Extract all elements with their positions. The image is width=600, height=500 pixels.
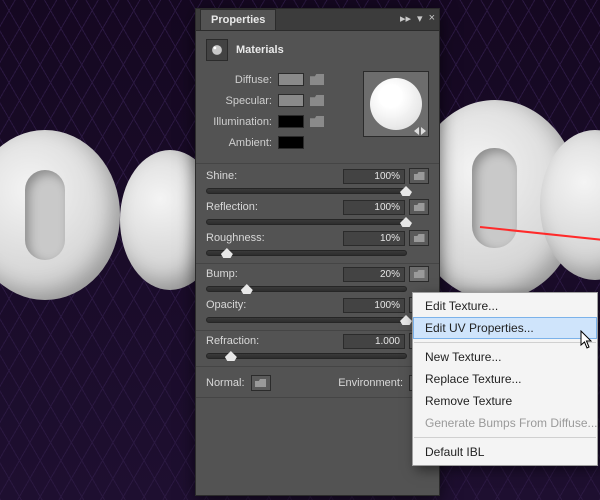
preview-next-icon[interactable] bbox=[421, 127, 426, 135]
divider bbox=[196, 366, 439, 367]
menu-separator bbox=[414, 437, 596, 438]
opacity-slider[interactable] bbox=[206, 317, 407, 323]
refraction-slider[interactable] bbox=[206, 353, 407, 359]
slider-knob[interactable] bbox=[221, 248, 233, 258]
menu-default-ibl[interactable]: Default IBL bbox=[413, 441, 597, 463]
slider-knob[interactable] bbox=[400, 315, 412, 325]
shine-slider[interactable] bbox=[206, 188, 407, 194]
roughness-slider[interactable] bbox=[206, 250, 407, 256]
mesh-object bbox=[0, 130, 120, 300]
bump-slider[interactable] bbox=[206, 286, 407, 292]
menu-remove-texture[interactable]: Remove Texture bbox=[413, 390, 597, 412]
normal-label: Normal: bbox=[206, 377, 245, 389]
tab-properties[interactable]: Properties bbox=[200, 9, 276, 30]
reflection-slider[interactable] bbox=[206, 219, 407, 225]
divider bbox=[196, 397, 439, 398]
slider-knob[interactable] bbox=[400, 217, 412, 227]
properties-panel: Properties ▸▸ ▾ × Materials Diffuse: Spe… bbox=[195, 8, 440, 496]
illumination-swatch[interactable] bbox=[278, 115, 304, 128]
bump-label: Bump: bbox=[206, 268, 343, 280]
texture-context-menu: Edit Texture... Edit UV Properties... Ne… bbox=[412, 292, 598, 466]
shine-label: Shine: bbox=[206, 170, 343, 182]
panel-close-icon[interactable]: × bbox=[429, 12, 435, 25]
reflection-label: Reflection: bbox=[206, 201, 343, 213]
illumination-texture-icon[interactable] bbox=[310, 116, 324, 127]
menu-separator bbox=[414, 342, 596, 343]
slider-knob[interactable] bbox=[225, 351, 237, 361]
ambient-swatch[interactable] bbox=[278, 136, 304, 149]
panel-collapse-icon[interactable]: ▸▸ bbox=[400, 12, 411, 25]
menu-generate-bumps: Generate Bumps From Diffuse... bbox=[413, 412, 597, 434]
illumination-label: Illumination: bbox=[206, 116, 278, 128]
specular-label: Specular: bbox=[206, 95, 278, 107]
panel-tabbar: Properties ▸▸ ▾ × bbox=[196, 9, 439, 31]
diffuse-texture-icon[interactable] bbox=[310, 74, 324, 85]
material-preview[interactable] bbox=[363, 71, 429, 137]
slider-knob[interactable] bbox=[241, 284, 253, 294]
menu-replace-texture[interactable]: Replace Texture... bbox=[413, 368, 597, 390]
slider-knob[interactable] bbox=[400, 186, 412, 196]
shine-texture-button[interactable] bbox=[409, 168, 429, 184]
specular-texture-icon[interactable] bbox=[310, 95, 324, 106]
menu-edit-texture[interactable]: Edit Texture... bbox=[413, 295, 597, 317]
opacity-value[interactable]: 100% bbox=[343, 298, 405, 313]
cursor-icon bbox=[580, 330, 594, 350]
environment-label: Environment: bbox=[338, 377, 403, 389]
ambient-label: Ambient: bbox=[206, 137, 278, 149]
normal-texture-button[interactable] bbox=[251, 375, 271, 391]
roughness-texture-button[interactable] bbox=[409, 230, 429, 246]
diffuse-swatch[interactable] bbox=[278, 73, 304, 86]
panel-menu-icon[interactable]: ▾ bbox=[417, 12, 423, 25]
diffuse-label: Diffuse: bbox=[206, 74, 278, 86]
roughness-label: Roughness: bbox=[206, 232, 343, 244]
menu-new-texture[interactable]: New Texture... bbox=[413, 346, 597, 368]
preview-prev-icon[interactable] bbox=[414, 127, 419, 135]
bump-texture-button[interactable] bbox=[409, 266, 429, 282]
materials-section-icon[interactable] bbox=[206, 39, 228, 61]
refraction-value[interactable]: 1.000 bbox=[343, 334, 405, 349]
roughness-value[interactable]: 10% bbox=[343, 231, 405, 246]
divider bbox=[196, 263, 439, 264]
opacity-label: Opacity: bbox=[206, 299, 343, 311]
reflection-texture-button[interactable] bbox=[409, 199, 429, 215]
section-title: Materials bbox=[236, 44, 284, 56]
divider bbox=[196, 330, 439, 331]
menu-edit-uv-properties[interactable]: Edit UV Properties... bbox=[413, 317, 597, 339]
shine-value[interactable]: 100% bbox=[343, 169, 405, 184]
bump-value[interactable]: 20% bbox=[343, 267, 405, 282]
refraction-label: Refraction: bbox=[206, 335, 343, 347]
specular-swatch[interactable] bbox=[278, 94, 304, 107]
reflection-value[interactable]: 100% bbox=[343, 200, 405, 215]
